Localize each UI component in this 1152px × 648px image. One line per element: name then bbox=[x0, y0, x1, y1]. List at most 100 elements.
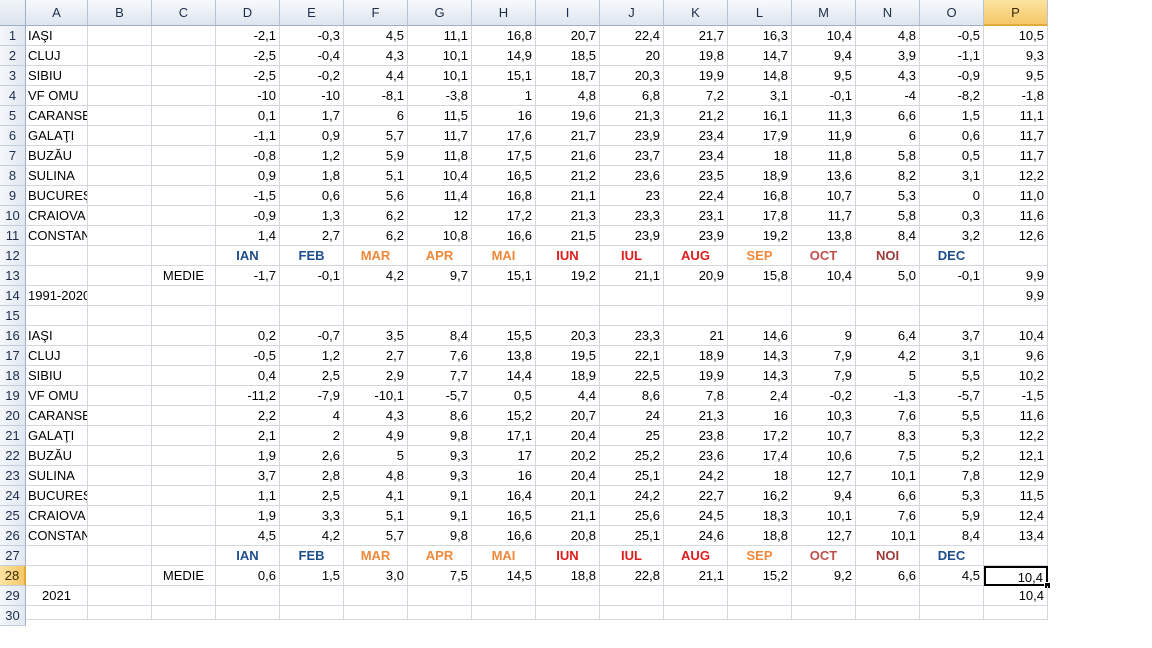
cell-p15[interactable] bbox=[984, 306, 1048, 326]
cell-h25[interactable]: 16,5 bbox=[472, 506, 536, 526]
row-header-26[interactable]: 26 bbox=[0, 526, 26, 546]
cell-l26[interactable]: 18,8 bbox=[728, 526, 792, 546]
cell-o11[interactable]: 3,2 bbox=[920, 226, 984, 246]
cell-j11[interactable]: 23,9 bbox=[600, 226, 664, 246]
cell-k7[interactable]: 23,4 bbox=[664, 146, 728, 166]
cell-o10[interactable]: 0,3 bbox=[920, 206, 984, 226]
cell-i7[interactable]: 21,6 bbox=[536, 146, 600, 166]
cell-o1[interactable]: -0,5 bbox=[920, 26, 984, 46]
cell-g2[interactable]: 10,1 bbox=[408, 46, 472, 66]
cell-j21[interactable]: 25 bbox=[600, 426, 664, 446]
cell-b18[interactable] bbox=[88, 366, 152, 386]
cell-m19[interactable]: -0,2 bbox=[792, 386, 856, 406]
cell-b17[interactable] bbox=[88, 346, 152, 366]
cell-p22[interactable]: 12,1 bbox=[984, 446, 1048, 466]
cell-e25[interactable]: 3,3 bbox=[280, 506, 344, 526]
cell-d13[interactable]: -1,7 bbox=[216, 266, 280, 286]
cell-m1[interactable]: 10,4 bbox=[792, 26, 856, 46]
cell-d6[interactable]: -1,1 bbox=[216, 126, 280, 146]
cell-f24[interactable]: 4,1 bbox=[344, 486, 408, 506]
cell-g11[interactable]: 10,8 bbox=[408, 226, 472, 246]
cell-o14[interactable] bbox=[920, 286, 984, 306]
cell-g14[interactable] bbox=[408, 286, 472, 306]
cell-d19[interactable]: -11,2 bbox=[216, 386, 280, 406]
cell-h28[interactable]: 14,5 bbox=[472, 566, 536, 586]
cell-p19[interactable]: -1,5 bbox=[984, 386, 1048, 406]
cell-i16[interactable]: 20,3 bbox=[536, 326, 600, 346]
cell-e8[interactable]: 1,8 bbox=[280, 166, 344, 186]
cell-a11[interactable]: CONSTANŢA bbox=[26, 226, 88, 246]
cell-b6[interactable] bbox=[88, 126, 152, 146]
cell-j27[interactable]: IUL bbox=[600, 546, 664, 566]
cell-m6[interactable]: 11,9 bbox=[792, 126, 856, 146]
cell-b28[interactable] bbox=[88, 566, 152, 586]
row-header-19[interactable]: 19 bbox=[0, 386, 26, 406]
column-header-k[interactable]: K bbox=[664, 0, 728, 26]
cell-d30[interactable] bbox=[216, 606, 280, 620]
cell-h1[interactable]: 16,8 bbox=[472, 26, 536, 46]
cell-l11[interactable]: 19,2 bbox=[728, 226, 792, 246]
cell-l15[interactable] bbox=[728, 306, 792, 326]
cell-m14[interactable] bbox=[792, 286, 856, 306]
cell-a16[interactable]: IAŞI bbox=[26, 326, 88, 346]
cell-i22[interactable]: 20,2 bbox=[536, 446, 600, 466]
cell-h3[interactable]: 15,1 bbox=[472, 66, 536, 86]
cell-h4[interactable]: 1 bbox=[472, 86, 536, 106]
cell-p29[interactable]: 10,4 bbox=[984, 586, 1048, 606]
row-header-7[interactable]: 7 bbox=[0, 146, 26, 166]
cell-m2[interactable]: 9,4 bbox=[792, 46, 856, 66]
cell-g27[interactable]: APR bbox=[408, 546, 472, 566]
row-header-17[interactable]: 17 bbox=[0, 346, 26, 366]
cell-d12[interactable]: IAN bbox=[216, 246, 280, 266]
cell-b11[interactable] bbox=[88, 226, 152, 246]
cell-k29[interactable] bbox=[664, 586, 728, 606]
cell-l16[interactable]: 14,6 bbox=[728, 326, 792, 346]
cell-c10[interactable] bbox=[152, 206, 216, 226]
cell-g5[interactable]: 11,5 bbox=[408, 106, 472, 126]
cell-g30[interactable] bbox=[408, 606, 472, 620]
cell-j14[interactable] bbox=[600, 286, 664, 306]
cell-d15[interactable] bbox=[216, 306, 280, 326]
cell-p25[interactable]: 12,4 bbox=[984, 506, 1048, 526]
cell-d17[interactable]: -0,5 bbox=[216, 346, 280, 366]
cell-a15[interactable] bbox=[26, 306, 88, 326]
cell-c1[interactable] bbox=[152, 26, 216, 46]
cell-d11[interactable]: 1,4 bbox=[216, 226, 280, 246]
cell-p24[interactable]: 11,5 bbox=[984, 486, 1048, 506]
cell-g24[interactable]: 9,1 bbox=[408, 486, 472, 506]
cell-c22[interactable] bbox=[152, 446, 216, 466]
cell-c19[interactable] bbox=[152, 386, 216, 406]
cell-o22[interactable]: 5,2 bbox=[920, 446, 984, 466]
cell-b25[interactable] bbox=[88, 506, 152, 526]
cell-h23[interactable]: 16 bbox=[472, 466, 536, 486]
cell-a28[interactable] bbox=[26, 566, 88, 586]
cell-j28[interactable]: 22,8 bbox=[600, 566, 664, 586]
cell-k24[interactable]: 22,7 bbox=[664, 486, 728, 506]
cell-a6[interactable]: GALAŢI bbox=[26, 126, 88, 146]
cell-a29[interactable]: 2021 bbox=[26, 586, 88, 606]
cell-e19[interactable]: -7,9 bbox=[280, 386, 344, 406]
cell-d27[interactable]: IAN bbox=[216, 546, 280, 566]
row-header-10[interactable]: 10 bbox=[0, 206, 26, 226]
cell-p10[interactable]: 11,6 bbox=[984, 206, 1048, 226]
row-header-29[interactable]: 29 bbox=[0, 586, 26, 606]
cell-n12[interactable]: NOI bbox=[856, 246, 920, 266]
cell-o7[interactable]: 0,5 bbox=[920, 146, 984, 166]
cell-b9[interactable] bbox=[88, 186, 152, 206]
cell-e15[interactable] bbox=[280, 306, 344, 326]
cell-f28[interactable]: 3,0 bbox=[344, 566, 408, 586]
cell-b23[interactable] bbox=[88, 466, 152, 486]
cell-i8[interactable]: 21,2 bbox=[536, 166, 600, 186]
cell-d7[interactable]: -0,8 bbox=[216, 146, 280, 166]
cell-k3[interactable]: 19,9 bbox=[664, 66, 728, 86]
cell-o16[interactable]: 3,7 bbox=[920, 326, 984, 346]
cell-e26[interactable]: 4,2 bbox=[280, 526, 344, 546]
cell-o6[interactable]: 0,6 bbox=[920, 126, 984, 146]
cell-p17[interactable]: 9,6 bbox=[984, 346, 1048, 366]
column-header-m[interactable]: M bbox=[792, 0, 856, 26]
cell-m13[interactable]: 10,4 bbox=[792, 266, 856, 286]
cell-m25[interactable]: 10,1 bbox=[792, 506, 856, 526]
row-header-22[interactable]: 22 bbox=[0, 446, 26, 466]
cell-i24[interactable]: 20,1 bbox=[536, 486, 600, 506]
cell-d26[interactable]: 4,5 bbox=[216, 526, 280, 546]
